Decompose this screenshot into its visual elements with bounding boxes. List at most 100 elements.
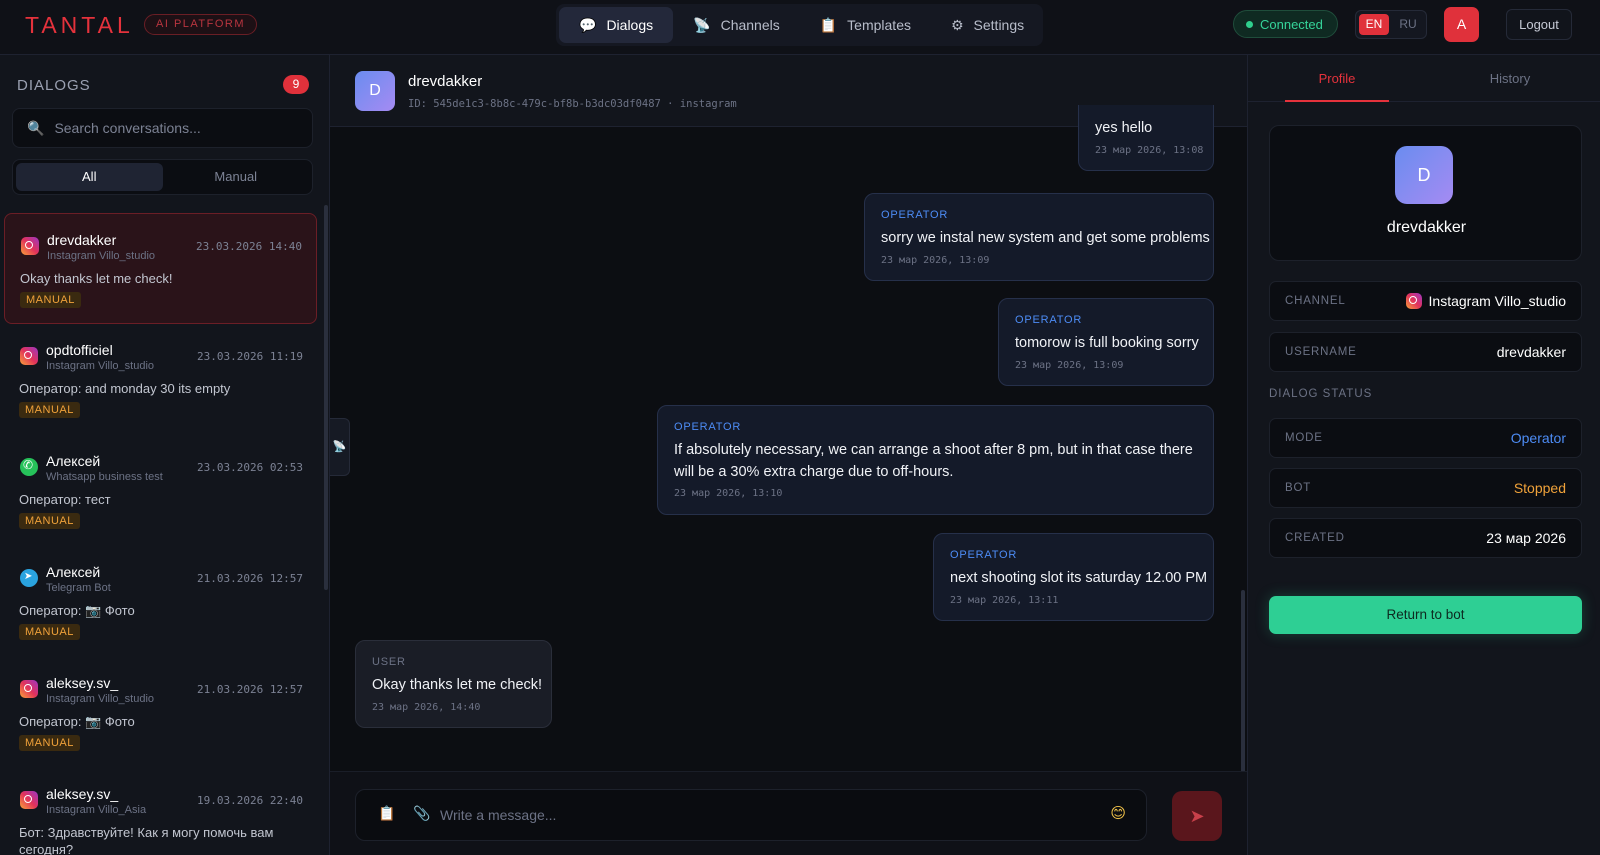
dialog-item[interactable]: aleksey.sv_ Instagram Villo_studio 21.03… — [4, 657, 317, 768]
send-button[interactable]: ➤ — [1172, 791, 1222, 841]
message-text: yes hello — [1095, 120, 1153, 136]
profile-card: D drevdakker — [1269, 125, 1582, 261]
message-role: OPERATOR — [881, 209, 949, 221]
search-input[interactable] — [54, 120, 295, 136]
message-role: OPERATOR — [674, 421, 742, 433]
username-row: USERNAME drevdakker — [1269, 332, 1582, 372]
dialogs-count-badge: 9 — [283, 75, 309, 94]
mode-label: MODE — [1285, 432, 1323, 444]
sidebar-title: DIALOGS — [17, 77, 91, 94]
sidebar-scrollbar[interactable] — [324, 205, 328, 590]
logout-button[interactable]: Logout — [1506, 9, 1572, 40]
profile-avatar: D — [1395, 146, 1453, 204]
nav-settings-label: Settings — [973, 17, 1025, 33]
profile-tabs: Profile History — [1248, 55, 1600, 102]
username-value: drevdakker — [1496, 344, 1566, 360]
dialog-list: drevdakker Instagram Villo_studio 23.03.… — [4, 213, 317, 855]
dialog-channel: Instagram Villo_studio — [46, 360, 155, 372]
message-text: Okay thanks let me check! — [372, 677, 543, 693]
dialog-time: 23.03.2026 14:40 — [196, 240, 302, 253]
message-time: 23 мар 2026, 13:11 — [950, 595, 1059, 606]
user-avatar[interactable]: A — [1444, 7, 1479, 42]
dialog-name: aleksey.sv_ — [46, 675, 119, 691]
created-label: CREATED — [1285, 532, 1345, 544]
nav-channels-label: Channels — [720, 17, 780, 33]
bot-status-value: Stopped — [1513, 480, 1566, 496]
nav-templates[interactable]: 📋 Templates — [800, 7, 931, 43]
lang-ru-button[interactable]: RU — [1393, 14, 1423, 35]
message-bubble: USER Okay thanks let me check! 23 мар 20… — [355, 640, 552, 728]
filter-all-button[interactable]: All — [16, 163, 163, 191]
message-composer: 📋 📎 😊 ➤ — [330, 771, 1247, 855]
tab-history[interactable]: History — [1458, 71, 1562, 86]
instagram-icon — [21, 237, 39, 255]
main-nav: 💬 Dialogs 📡 Channels 📋 Templates ⚙ Setti… — [556, 4, 1043, 46]
message-text: If absolutely necessary, we can arrange … — [674, 442, 1193, 480]
created-value: 23 мар 2026 — [1486, 530, 1566, 546]
chat-avatar: D — [355, 71, 395, 111]
dialog-last-message: Бот: Здравствуйте! Как я могу помочь вам… — [19, 825, 274, 855]
lang-en-button[interactable]: EN — [1359, 14, 1389, 35]
chat-title: drevdakker — [408, 73, 483, 90]
instagram-icon — [20, 791, 38, 809]
instagram-icon — [20, 347, 38, 365]
attach-icon[interactable]: 📎 — [413, 805, 430, 822]
dialog-item[interactable]: aleksey.sv_ Instagram Villo_Asia 19.03.2… — [4, 768, 317, 855]
nav-dialogs-label: Dialogs — [606, 17, 654, 33]
tab-profile[interactable]: Profile — [1285, 71, 1389, 86]
message-bubble: OPERATOR next shooting slot its saturday… — [933, 533, 1214, 621]
collapse-sidebar-button[interactable]: 📡 — [330, 418, 350, 476]
dialog-item[interactable]: Алексей Whatsapp business test 23.03.202… — [4, 435, 317, 546]
message-input[interactable] — [440, 804, 1100, 826]
dialog-item[interactable]: opdtofficiel Instagram Villo_studio 23.0… — [4, 324, 317, 435]
bot-row: BOT Stopped — [1269, 468, 1582, 508]
username-label: USERNAME — [1285, 346, 1357, 358]
message-time: 23 мар 2026, 14:40 — [372, 702, 481, 713]
emoji-icon[interactable]: 😊 — [1110, 804, 1126, 822]
created-row: CREATED 23 мар 2026 — [1269, 518, 1582, 558]
mode-row: MODE Operator — [1269, 418, 1582, 458]
message-text: next shooting slot its saturday 12.00 PM — [950, 570, 1208, 586]
channel-value-wrap: Instagram Villo_studio — [1405, 293, 1566, 309]
channel-value: Instagram Villo_studio — [1428, 293, 1566, 309]
return-to-bot-button[interactable]: Return to bot — [1269, 596, 1582, 634]
profile-name: drevdakker — [1386, 219, 1467, 236]
telegram-icon — [20, 569, 38, 587]
manual-badge: MANUAL — [19, 735, 80, 751]
manual-badge: MANUAL — [19, 624, 80, 640]
dialogs-sidebar: DIALOGS 9 🔍 All Manual drevdakker Instag… — [0, 55, 330, 855]
nav-templates-label: Templates — [847, 17, 911, 33]
manual-badge: MANUAL — [19, 402, 80, 418]
dialog-time: 23.03.2026 02:53 — [197, 461, 303, 474]
channel-row: CHANNEL Instagram Villo_studio — [1269, 281, 1582, 321]
filter-manual-button[interactable]: Manual — [163, 163, 310, 191]
message-role: OPERATOR — [1015, 314, 1083, 326]
manual-badge: MANUAL — [19, 513, 80, 529]
message-time: 23 мар 2026, 13:08 — [1095, 145, 1204, 156]
gear-icon: ⚙ — [950, 16, 964, 33]
dialog-name: opdtofficiel — [46, 342, 113, 358]
instagram-icon — [20, 680, 38, 698]
chat-area: D drevdakker ID: 545de1c3-8b8c-479c-bf8b… — [330, 55, 1247, 855]
dialog-item[interactable]: drevdakker Instagram Villo_studio 23.03.… — [4, 213, 317, 324]
dialog-channel: Instagram Villo_studio — [47, 250, 156, 262]
message-bubble: OPERATOR If absolutely necessary, we can… — [657, 405, 1214, 515]
dialog-channel: Whatsapp business test — [46, 471, 163, 483]
dialog-last-message: Оператор: 📷 Фото — [19, 603, 135, 618]
dialog-item[interactable]: Алексей Telegram Bot 21.03.2026 12:57 Оп… — [4, 546, 317, 657]
template-icon[interactable]: 📋 — [378, 805, 395, 822]
nav-settings[interactable]: ⚙ Settings — [931, 7, 1044, 43]
satellite-icon: 📡 — [693, 16, 711, 33]
message-text: sorry we instal new system and get some … — [881, 230, 1210, 246]
connection-status-label: Connected — [1260, 16, 1323, 32]
message-text: tomorow is full booking sorry — [1015, 335, 1199, 351]
message-time: 23 мар 2026, 13:09 — [1015, 360, 1124, 371]
connection-status: Connected — [1233, 10, 1338, 38]
nav-channels[interactable]: 📡 Channels — [673, 7, 800, 43]
dialog-time: 23.03.2026 11:19 — [197, 350, 303, 363]
nav-dialogs[interactable]: 💬 Dialogs — [559, 7, 674, 43]
search-box[interactable]: 🔍 — [12, 108, 313, 148]
dialog-time: 19.03.2026 22:40 — [197, 794, 303, 807]
dialog-time: 21.03.2026 12:57 — [197, 572, 303, 585]
profile-panel: Profile History D drevdakker CHANNEL Ins… — [1247, 55, 1600, 855]
